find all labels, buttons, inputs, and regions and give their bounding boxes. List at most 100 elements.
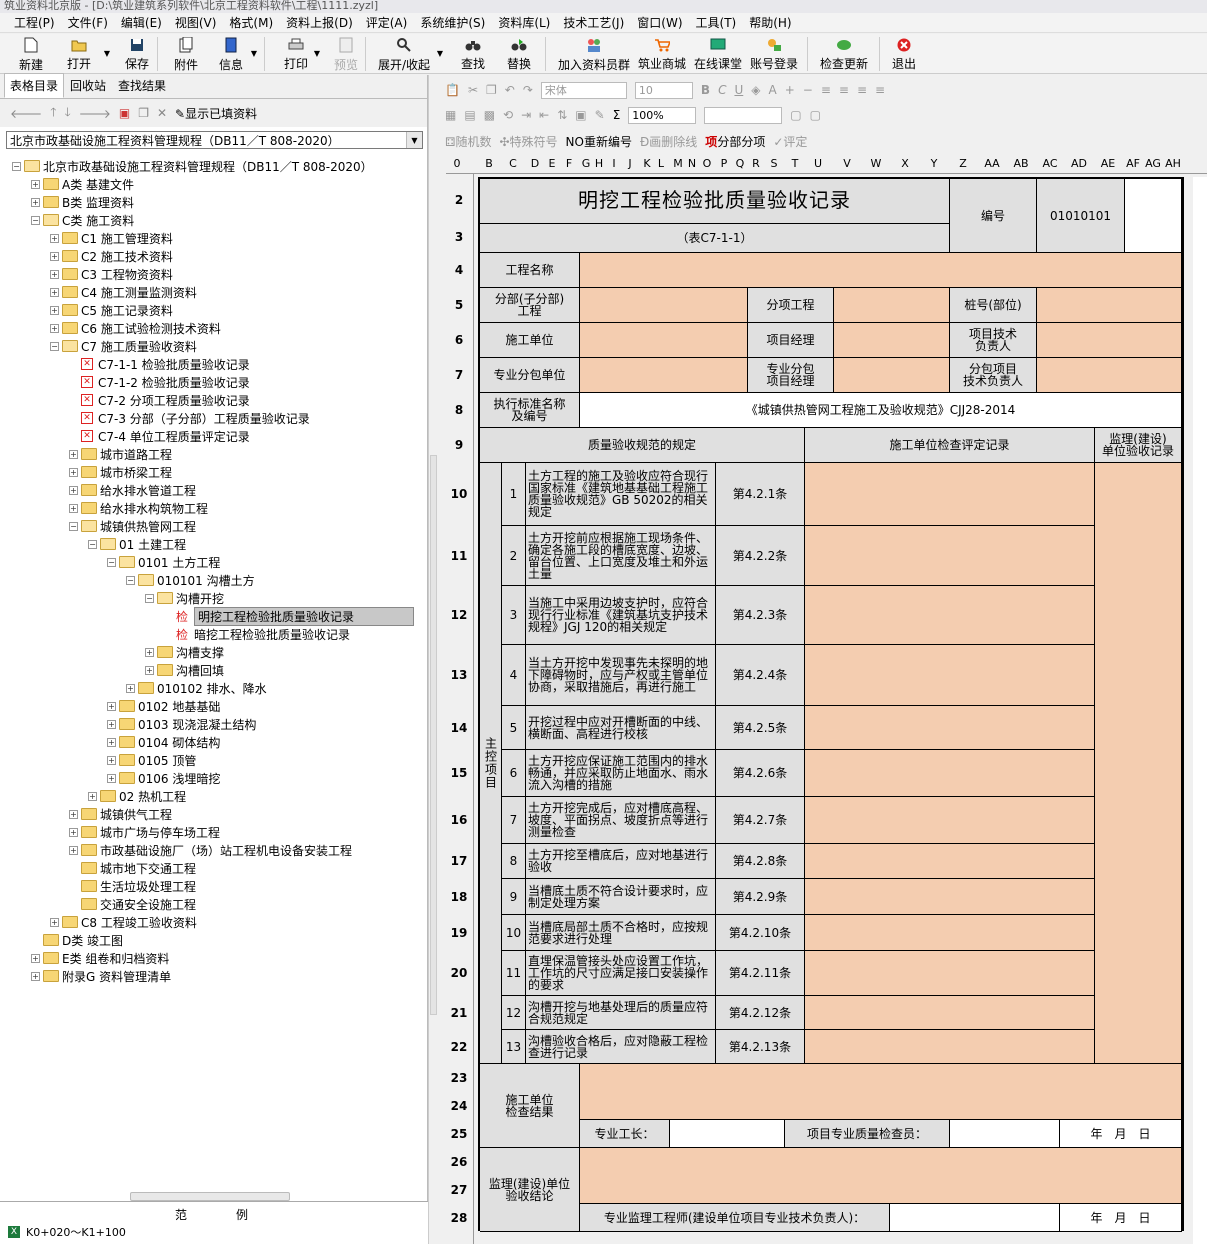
row-label[interactable]: 23 [446, 1071, 472, 1085]
random-number-button[interactable]: ⚃随机数 [445, 133, 491, 150]
menu-item[interactable]: 窗口(W) [637, 14, 682, 31]
row-label[interactable]: 15 [446, 766, 472, 780]
column-label[interactable]: W [871, 157, 882, 170]
collapse-icon[interactable]: − [126, 575, 135, 585]
menu-item[interactable]: 工程(P) [14, 14, 55, 31]
edit-icon[interactable]: ✎ [595, 108, 605, 122]
row-label[interactable]: 6 [446, 333, 472, 347]
column-label[interactable]: O [703, 157, 712, 170]
row-label[interactable]: 18 [446, 890, 472, 904]
expand-icon[interactable]: + [31, 197, 40, 207]
menu-item[interactable]: 文件(F) [68, 14, 108, 31]
check-record-field[interactable] [805, 879, 1095, 915]
date-field[interactable]: 年 月 日 [1060, 1120, 1182, 1148]
column-label[interactable]: R [752, 157, 760, 170]
check-record-field[interactable] [805, 586, 1095, 645]
column-label[interactable]: Y [931, 157, 938, 170]
italic-icon[interactable]: C [718, 83, 726, 97]
tree-node[interactable]: − 城镇供热管网工程 [69, 517, 196, 535]
tree-node[interactable]: + 附录G 资料管理清单 [31, 967, 171, 985]
zoom-select[interactable]: 100% [628, 106, 697, 124]
horizontal-scrollbar[interactable] [130, 1192, 290, 1201]
standard-value[interactable]: 《城镇供热管网工程施工及验收规范》CJJ28-2014 [580, 393, 1182, 428]
expand-icon[interactable]: + [107, 737, 116, 747]
tree-node[interactable]: ✕ C7-2 分项工程质量验收记录 [69, 391, 250, 409]
tree-node[interactable]: + C1 施工管理资料 [50, 229, 173, 247]
bold-icon[interactable]: B [701, 83, 710, 97]
arrow-up-icon[interactable]: 🡑 [50, 103, 56, 124]
collapse-icon[interactable]: − [50, 341, 59, 351]
expand-icon[interactable]: + [50, 251, 59, 261]
construct-unit-field[interactable] [580, 323, 748, 358]
tree-node[interactable]: 生活垃圾处理工程 [69, 877, 196, 895]
tree-node[interactable]: + A类 基建文件 [31, 175, 134, 193]
row-label[interactable]: 24 [446, 1099, 472, 1113]
column-label[interactable]: G [582, 157, 591, 170]
column-label[interactable]: T [792, 157, 799, 170]
arrow-down-icon[interactable]: 🡓 [64, 103, 70, 124]
split-icon[interactable]: ▤ [464, 108, 475, 122]
format-icon[interactable]: ⇤ [539, 108, 549, 122]
font-family-select[interactable]: 宋体 [540, 81, 627, 99]
border-color-icon[interactable]: ▢ [810, 108, 821, 122]
tree-node[interactable]: + C5 施工记录资料 [50, 301, 173, 319]
arrow-left-icon[interactable]: 🡐 [10, 106, 42, 121]
menu-item[interactable]: 评定(A) [366, 14, 408, 31]
tree-node[interactable]: − C类 施工资料 [31, 211, 134, 229]
expand-icon[interactable]: + [50, 305, 59, 315]
column-label[interactable]: F [566, 157, 572, 170]
save-button[interactable]: 保存 [122, 34, 152, 72]
column-label[interactable]: AA [984, 157, 999, 170]
menu-item[interactable]: 编辑(E) [121, 14, 162, 31]
column-label[interactable]: M [673, 157, 683, 170]
expand-icon[interactable]: + [145, 647, 154, 657]
print-button[interactable]: 打印 [282, 34, 310, 72]
paste-icon[interactable]: 📋 [445, 83, 460, 97]
collapse-icon[interactable]: − [88, 539, 97, 549]
menu-item[interactable]: 资料库(L) [498, 14, 550, 31]
strikethrough-button[interactable]: Ð画删除线 [640, 133, 697, 150]
sum-icon[interactable]: Σ [613, 108, 621, 122]
column-label[interactable]: U [814, 157, 822, 170]
expand-dropdown-arrow[interactable]: ▼ [435, 34, 445, 72]
row-label[interactable]: 11 [446, 549, 472, 563]
expand-icon[interactable]: + [69, 467, 78, 477]
collapse-icon[interactable]: − [31, 215, 40, 225]
column-label[interactable]: AB [1013, 157, 1028, 170]
merge-icon[interactable]: ▦ [445, 108, 456, 122]
panel-splitter[interactable] [428, 75, 438, 1244]
tree-node[interactable]: + C8 工程竣工验收资料 [50, 913, 197, 931]
tree-node[interactable]: − 沟槽开挖 [145, 589, 224, 607]
tab-table-directory[interactable]: 表格目录 [4, 73, 65, 98]
spec-select[interactable]: 北京市政基础设施工程资料管理规程（DB11／T 808-2020） ▼ [6, 131, 423, 149]
special-symbol-button[interactable]: ✣特殊符号 [499, 133, 557, 150]
justify-icon[interactable]: ≡ [875, 83, 885, 97]
tree-node[interactable]: D类 竣工图 [31, 931, 123, 949]
check-record-field[interactable] [805, 996, 1095, 1030]
menu-item[interactable]: 工具(T) [696, 14, 737, 31]
tree-node[interactable]: 城市地下交通工程 [69, 859, 196, 877]
indent-icon[interactable]: ⇥ [521, 108, 531, 122]
line-style-select[interactable] [704, 106, 783, 124]
tree-node[interactable]: +0103 现浇混凝土结构 [107, 715, 256, 733]
column-label[interactable]: K [643, 157, 650, 170]
expand-icon[interactable]: + [69, 503, 78, 513]
expand-icon[interactable]: + [107, 773, 116, 783]
expand-icon[interactable]: + [107, 755, 116, 765]
menu-item[interactable]: 技术工艺(J) [563, 14, 624, 31]
tree-node[interactable]: + 给水排水构筑物工程 [69, 499, 208, 517]
tree-node[interactable]: + C6 施工试验检测技术资料 [50, 319, 221, 337]
check-record-field[interactable] [805, 463, 1095, 526]
expand-icon[interactable]: + [50, 269, 59, 279]
row-label[interactable]: 14 [446, 721, 472, 735]
project-name-field[interactable] [580, 253, 1182, 288]
expand-icon[interactable]: + [69, 809, 78, 819]
column-label[interactable]: P [721, 157, 728, 170]
column-label[interactable]: I [612, 157, 615, 170]
expand-icon[interactable]: + [145, 665, 154, 675]
zoom-in-icon[interactable]: + [785, 83, 795, 97]
cut-icon[interactable]: ✂ [468, 83, 478, 97]
tree-node[interactable]: +0106 浅埋暗挖 [107, 769, 220, 787]
tree-node[interactable]: +02 热机工程 [88, 787, 186, 805]
tree-node[interactable]: + 城镇供气工程 [69, 805, 172, 823]
